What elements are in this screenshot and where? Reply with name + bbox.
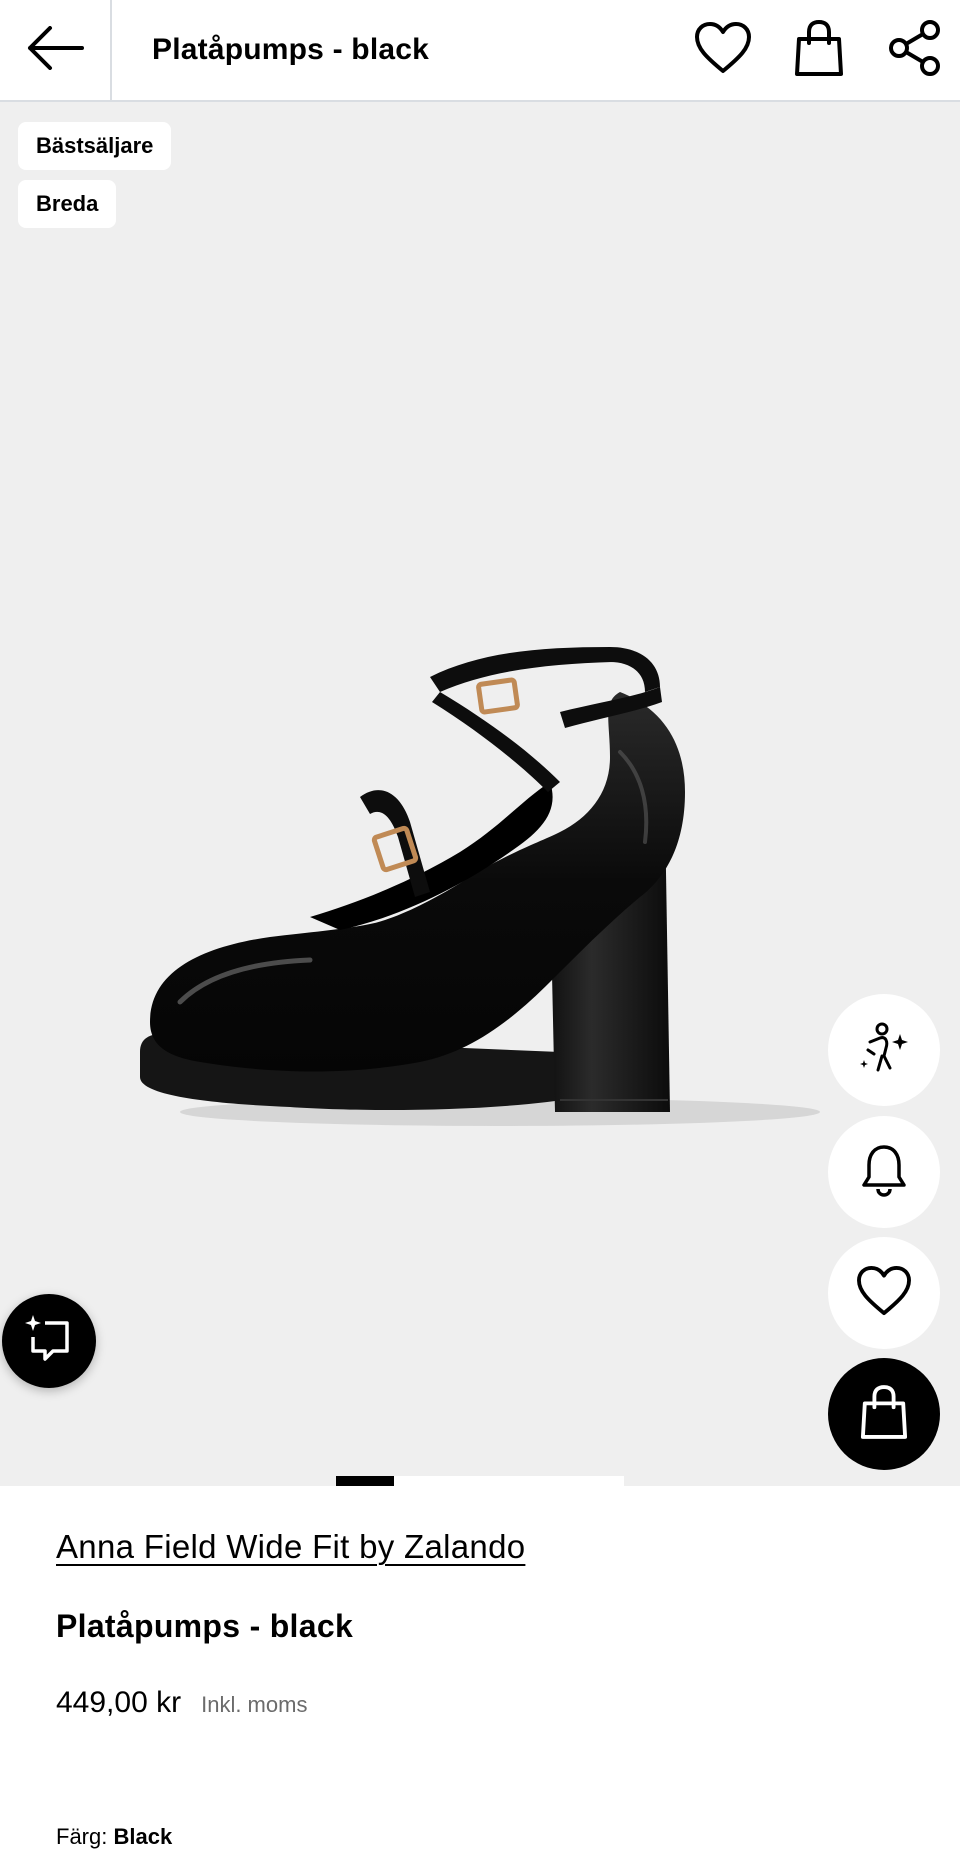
shopping-bag-icon xyxy=(794,19,844,82)
add-to-bag-floating-button[interactable] xyxy=(828,1358,940,1470)
page-title: Platåpumps - black xyxy=(152,33,430,66)
wishlist-floating-button[interactable] xyxy=(828,1237,940,1349)
back-arrow-icon xyxy=(26,25,84,75)
cart-button[interactable] xyxy=(788,19,850,81)
product-image-gallery[interactable]: Bästsäljare Breda xyxy=(0,102,960,1486)
virtual-try-on-button[interactable] xyxy=(828,994,940,1106)
price-row: 449,00 kr Inkl. moms xyxy=(56,1686,307,1720)
gallery-pager xyxy=(336,1476,624,1486)
color-value: Black xyxy=(113,1824,173,1849)
heart-icon xyxy=(694,21,752,80)
back-button[interactable] xyxy=(0,0,112,100)
product-image xyxy=(140,647,820,1126)
heart-icon xyxy=(856,1265,912,1322)
ai-assistant-button[interactable] xyxy=(2,1294,96,1388)
wishlist-button[interactable] xyxy=(692,19,754,81)
brand-link[interactable]: Anna Field Wide Fit by Zalando xyxy=(56,1528,525,1566)
notify-button[interactable] xyxy=(828,1116,940,1228)
try-on-sparkle-icon xyxy=(856,1020,912,1081)
bestseller-flag: Bästsäljare xyxy=(18,122,172,170)
product-name: Platåpumps - black xyxy=(56,1608,354,1644)
top-app-bar: Platåpumps - black xyxy=(0,0,960,102)
gallery-pager-active xyxy=(336,1476,394,1486)
bell-icon xyxy=(860,1143,908,1202)
share-button[interactable] xyxy=(884,19,946,81)
share-icon xyxy=(886,19,944,82)
vat-note: Inkl. moms xyxy=(201,1692,308,1717)
color-label: Färg: xyxy=(56,1824,114,1849)
shopping-bag-icon xyxy=(860,1384,908,1445)
sparkle-chat-icon xyxy=(23,1313,75,1370)
wide-fit-flag: Breda xyxy=(18,180,117,228)
price: 449,00 kr xyxy=(56,1686,182,1719)
color-label-row: Färg: Black xyxy=(56,1824,172,1850)
